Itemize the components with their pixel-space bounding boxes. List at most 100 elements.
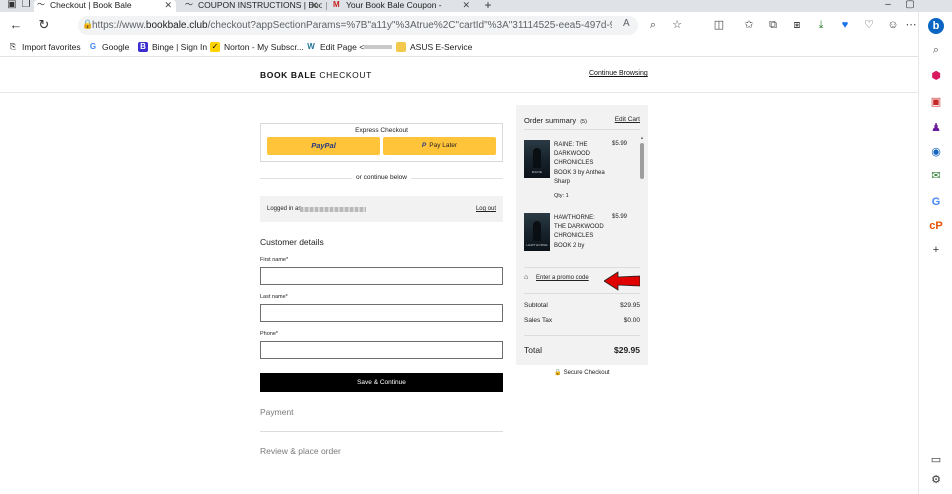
first-name-label: First name* [260,257,289,263]
downloads-icon[interactable]: ⤓ [814,18,828,32]
tag-icon: ⌂ [524,274,529,281]
logged-in-label: Logged in as [267,206,302,212]
cpanel-icon[interactable]: cP [928,218,944,234]
cart-item: HAWTHORNE HAWTHORNE: THE DARKWOOD CHRONI… [524,208,632,265]
book-cover-image: HAWTHORNE [524,213,550,251]
favorites-icon[interactable]: ✩ [742,18,756,32]
logout-link[interactable]: Log out [476,206,496,212]
last-name-field[interactable] [260,304,503,322]
favorite-binge[interactable]: B Binge | Sign In [138,40,207,54]
microsoft-365-icon[interactable]: ◉ [928,144,944,160]
page-header: BOOK BALE CHECKOUT Continue Browsing [0,57,918,93]
add-icon[interactable]: + [928,242,944,258]
close-tab-icon[interactable]: ✕ [310,0,318,10]
extensions-icon[interactable]: ⧆ [790,18,804,32]
checkout-page: BOOK BALE CHECKOUT Continue Browsing Exp… [0,57,918,494]
refresh-icon[interactable]: ↻ [36,17,52,33]
minimize-icon[interactable]: – [878,0,898,12]
redacted-email [300,207,366,212]
profile-icon[interactable]: ☺ [886,18,900,32]
sidebar-settings-icon[interactable]: ⚙ [928,472,944,488]
settings-more-icon[interactable]: ⋯ [904,18,918,32]
collections-icon[interactable]: ⧉ [766,18,780,32]
split-screen-icon[interactable]: ◫ [712,18,726,32]
item-price: $5.99 [612,141,628,147]
order-summary-panel: Order summary (5) Edit Cart RAINE RAINE:… [516,105,648,365]
favorite-asus[interactable]: ASUS E-Service [396,40,472,54]
close-tab-icon[interactable]: ✕ [164,0,172,10]
maximize-icon[interactable]: ▢ [900,0,920,12]
paypal-pay-later-button[interactable]: P Pay Later [383,137,496,155]
edge-sidebar: b ⌕ ⬢ ▣ ♟ ◉ ✉ G cP + ▭ ⚙ [918,12,952,494]
sidebar-toggle-icon[interactable]: ▭ [928,452,944,468]
cart-items-list[interactable]: RAINE RAINE: THE DARKWOOD CHRONICLES BOO… [524,135,640,265]
google-icon[interactable]: G [928,194,944,210]
gmail-icon: M [333,0,340,9]
close-tab-icon[interactable]: ✕ [462,0,470,10]
tab-separator [326,2,327,10]
lock-icon: 🔒 [554,370,562,376]
item-title: RAINE: THE DARKWOOD CHRONICLES BOOK 3 by… [554,142,605,185]
favorite-star-icon[interactable]: ☆ [670,18,684,32]
total-value: $29.95 [614,345,640,355]
outlook-icon[interactable]: ✉ [928,168,944,184]
url-text: https://www.bookbale.club/checkout?appSe… [92,20,612,31]
browser-essentials-icon[interactable]: ♡ [862,18,876,32]
tab-coupon-instructions[interactable]: 〜 COUPON INSTRUCTIONS | Book ✕ [182,0,322,12]
tab-title: Your Book Bale Coupon - [346,0,442,10]
scroll-thumb[interactable] [640,143,644,179]
divider [260,431,503,432]
secure-checkout-label: 🔒 Secure Checkout [554,370,610,376]
subtotal-value: $29.95 [620,302,640,309]
promo-code-link[interactable]: ⌂ Enter a promo code [524,274,589,281]
paypal-p-icon: P [421,142,427,149]
express-checkout-title: Express Checkout [355,127,408,134]
back-icon[interactable]: ← [8,17,24,33]
honey-icon[interactable]: ♥ [838,18,852,32]
last-name-label: Last name* [260,294,288,300]
tab-coupon-email[interactable]: M Your Book Bale Coupon - ✕ [330,0,474,12]
paypal-button[interactable]: PayPal [267,137,380,155]
phone-field[interactable] [260,341,503,359]
cart-item: RAINE RAINE: THE DARKWOOD CHRONICLES BOO… [524,135,632,205]
search-icon[interactable]: ⌕ [928,42,944,58]
payment-step-title[interactable]: Payment [260,407,294,417]
or-continue-label: or continue below [260,174,503,181]
favorites-bar: ⎘ Import favorites G Google B Binge | Sign … [0,38,952,57]
binge-icon: B [138,42,148,52]
copilot-bing-icon[interactable]: b [928,18,944,34]
annotation-arrow-icon [604,271,640,291]
games-icon[interactable]: ♟ [928,120,944,136]
tab-actions-icon[interactable]: ❐ [16,0,36,12]
zoom-icon[interactable]: ⌕ [646,18,660,32]
items-scrollbar[interactable]: ▲ [640,135,644,265]
continue-browsing-link[interactable]: Continue Browsing [589,70,648,77]
favorite-import[interactable]: ⎘ Import favorites [8,40,81,54]
favorite-norton[interactable]: ✓ Norton - My Subscr... [210,40,304,54]
tools-icon[interactable]: ▣ [928,94,944,110]
total-row: Total $29.95 [524,345,640,355]
favorite-edit-page[interactable]: W Edit Page < [306,40,392,54]
favorite-google[interactable]: G Google [88,40,130,54]
wordpress-icon: W [307,42,315,51]
review-step-title[interactable]: Review & place order [260,446,341,456]
shopping-icon[interactable]: ⬢ [928,68,944,84]
item-price: $5.99 [612,214,628,220]
address-toolbar: ← ↻ 🔒 https://www.bookbale.club/checkout… [0,12,952,38]
save-continue-button[interactable]: Save & Continue [260,373,503,392]
divider [524,293,640,294]
scroll-up-icon[interactable]: ▲ [640,135,644,140]
new-tab-button[interactable]: + [478,0,498,12]
book-cover-image: RAINE [524,140,550,178]
first-name-field[interactable] [260,267,503,285]
brand-title[interactable]: BOOK BALE CHECKOUT [260,70,372,80]
read-aloud-icon[interactable]: A [623,18,630,29]
norton-icon: ✓ [210,42,220,52]
tab-checkout[interactable]: 〜 Checkout | Book Bale ✕ [34,0,176,12]
tax-label: Sales Tax [524,317,553,324]
address-bar[interactable]: 🔒 https://www.bookbale.club/checkout?app… [78,16,638,35]
bookbale-favicon-icon: 〜 [37,0,45,9]
divider [524,335,640,336]
edit-cart-link[interactable]: Edit Cart [615,116,640,123]
google-icon: G [89,42,97,51]
